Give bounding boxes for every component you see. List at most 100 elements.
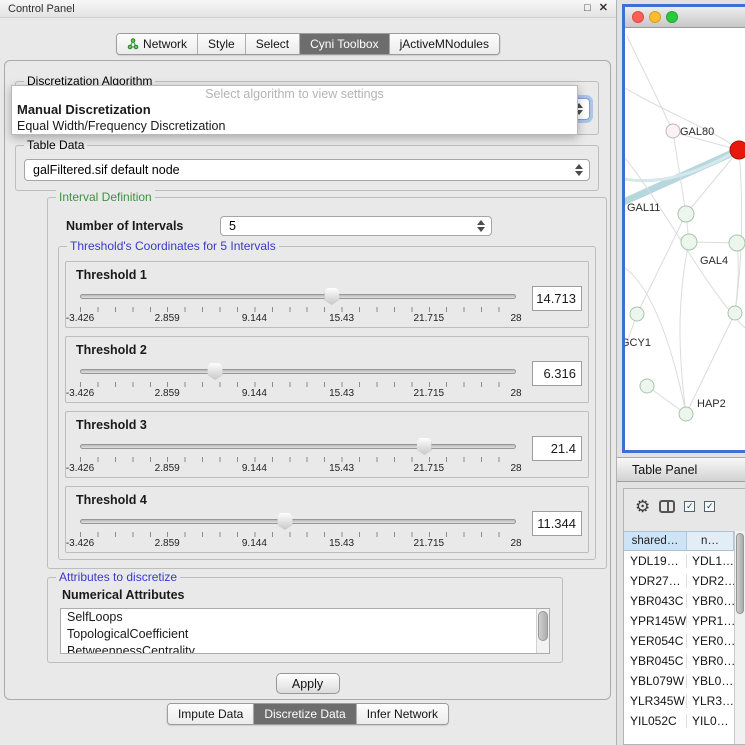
num-intervals-value: 5	[229, 219, 236, 233]
dropdown-options: Manual DiscretizationEqual Width/Frequen…	[12, 102, 577, 134]
attribute-item[interactable]: TopologicalCoefficient	[61, 626, 549, 643]
table-cell: YER054C	[624, 634, 687, 648]
close-traffic-light-icon[interactable]	[632, 11, 644, 23]
table-row[interactable]: YBR045CYBR0…	[624, 651, 734, 671]
network-node	[679, 407, 693, 421]
table-row[interactable]: YBR043CYBR0…	[624, 591, 734, 611]
interval-definition-group: Interval Definition Number of Intervals …	[47, 197, 607, 569]
group-title-attributes: Attributes to discretize	[56, 570, 180, 584]
network-canvas[interactable]: GAL80 GAL11 GAL4 GCY1 HAP2	[625, 28, 745, 450]
threshold-value-field[interactable]: 21.4	[532, 436, 582, 461]
table-row[interactable]: YLR345WYLR3…	[624, 691, 734, 711]
slider-track[interactable]	[80, 444, 516, 449]
num-intervals-combo[interactable]: 5	[220, 216, 492, 236]
numerical-attributes-list[interactable]: SelfLoopsTopologicalCoefficientBetweenne…	[60, 608, 550, 654]
table-row[interactable]: YDL19…YDL1…	[624, 551, 734, 571]
table-data-group: Table Data galFiltered.sif default node	[15, 145, 599, 191]
list-scrollbar[interactable]	[536, 609, 549, 653]
network-window-titlebar[interactable]	[625, 7, 745, 28]
table-row[interactable]: YER054CYER0…	[624, 631, 734, 651]
table-header: shared… n…	[624, 531, 734, 551]
slider-track[interactable]	[80, 369, 516, 374]
threshold-slider[interactable]: -3.4262.8599.14415.4321.71528	[80, 513, 516, 549]
minimize-traffic-light-icon[interactable]	[649, 11, 661, 23]
slider-scale-label: -3.426	[66, 538, 94, 549]
table-row[interactable]: YBL079WYBL0…	[624, 671, 734, 691]
table-cell: YDR2…	[687, 574, 734, 588]
slider-thumb[interactable]	[324, 288, 339, 305]
apply-button[interactable]: Apply	[276, 673, 340, 694]
tab-label: Cyni Toolbox	[310, 37, 378, 51]
table-cell: YER0…	[687, 634, 734, 648]
tab-label: Select	[256, 37, 289, 51]
table-cell: YIL0…	[687, 714, 734, 728]
tab-label: Network	[143, 37, 187, 51]
network-node-labels: GAL80 GAL11 GAL4 GCY1 HAP2	[625, 126, 728, 410]
tab-discretize-data[interactable]: Discretize Data	[254, 704, 356, 724]
network-nodes[interactable]	[630, 124, 745, 421]
group-title-table-data: Table Data	[24, 138, 87, 152]
dropdown-option[interactable]: Equal Width/Frequency Discretization	[12, 118, 577, 134]
tab-cyni-toolbox[interactable]: Cyni Toolbox	[300, 34, 389, 54]
columns-icon[interactable]	[659, 500, 675, 513]
threshold-slider[interactable]: -3.4262.8599.14415.4321.71528	[80, 438, 516, 474]
tab-network[interactable]: Network	[117, 34, 198, 54]
table-cell: YPR1…	[687, 614, 734, 628]
scrollbar-thumb[interactable]	[538, 611, 548, 641]
float-window-icon[interactable]: □	[584, 1, 591, 16]
slider-scale-label: 21.715	[414, 538, 445, 549]
threshold-value-field[interactable]: 6.316	[532, 361, 582, 386]
zoom-traffic-light-icon[interactable]	[666, 11, 678, 23]
numerical-attributes-label: Numerical Attributes	[62, 588, 184, 602]
slider-scale-label: 2.859	[155, 313, 180, 324]
table-rows: YDL19…YDL1…YDR27…YDR2…YBR043CYBR0…YPR145…	[624, 551, 734, 744]
slider-thumb[interactable]	[208, 363, 223, 380]
threshold-slider[interactable]: -3.4262.8599.14415.4321.71528	[80, 363, 516, 399]
scrollbar-thumb[interactable]	[736, 533, 744, 614]
tab-select[interactable]: Select	[246, 34, 300, 54]
column-header-shared-name[interactable]: shared…	[624, 532, 687, 550]
tab-jactivemnodules[interactable]: jActiveMNodules	[390, 34, 499, 54]
table-cell: YBL0…	[687, 674, 734, 688]
table-scrollbar[interactable]	[734, 531, 745, 744]
slider-thumb[interactable]	[277, 513, 292, 530]
attribute-item[interactable]: SelfLoops	[61, 609, 549, 626]
table-data-combo[interactable]: galFiltered.sif default node	[24, 159, 590, 181]
dropdown-option[interactable]: Manual Discretization	[12, 102, 577, 118]
threshold-slider[interactable]: -3.4262.8599.14415.4321.71528	[80, 288, 516, 324]
dropdown-hint: Select algorithm to view settings	[12, 87, 577, 102]
slider-thumb[interactable]	[417, 438, 432, 455]
algorithm-dropdown: Select algorithm to view settings Manual…	[11, 85, 578, 135]
checkbox-icon[interactable]: ✓	[684, 501, 695, 512]
table-row[interactable]: YIL052CYIL0…	[624, 711, 734, 731]
combo-stepper-icon	[477, 220, 485, 232]
slider-track[interactable]	[80, 519, 516, 524]
close-icon[interactable]: ✕	[599, 1, 608, 16]
network-edges	[625, 36, 745, 414]
checkbox-icon[interactable]: ✓	[704, 501, 715, 512]
column-header-name[interactable]: n…	[687, 532, 734, 550]
tab-style[interactable]: Style	[198, 34, 246, 54]
slider-scale-label: 15.43	[329, 463, 354, 474]
table-row[interactable]: YDR27…YDR2…	[624, 571, 734, 591]
slider-scale-label: 9.144	[242, 463, 267, 474]
threshold-panel: Threshold 2 -3.4262.8599.14415.4321.7152…	[65, 336, 589, 403]
tab-label: jActiveMNodules	[400, 37, 489, 51]
slider-scale-label: -3.426	[66, 388, 94, 399]
network-node	[666, 124, 680, 138]
control-panel-window: Control Panel □ ✕ NetworkStyleSelectCyni…	[0, 0, 617, 745]
slider-scale-label: 21.715	[414, 313, 445, 324]
tab-impute-data[interactable]: Impute Data	[168, 704, 254, 724]
threshold-value-field[interactable]: 11.344	[532, 511, 582, 536]
node-label-gal4: GAL4	[700, 255, 728, 267]
tab-infer-network[interactable]: Infer Network	[357, 704, 448, 724]
node-label-gcy1: GCY1	[625, 337, 651, 349]
slider-scale-label: 21.715	[414, 463, 445, 474]
table-cell: YBL079W	[624, 674, 687, 688]
attribute-item[interactable]: BetweennessCentrality	[61, 643, 549, 654]
table-cell: YDL19…	[624, 554, 687, 568]
table-row[interactable]: YPR145WYPR1…	[624, 611, 734, 631]
gear-icon[interactable]: ⚙	[635, 498, 650, 515]
slider-track[interactable]	[80, 294, 516, 299]
threshold-value-field[interactable]: 14.713	[532, 286, 582, 311]
